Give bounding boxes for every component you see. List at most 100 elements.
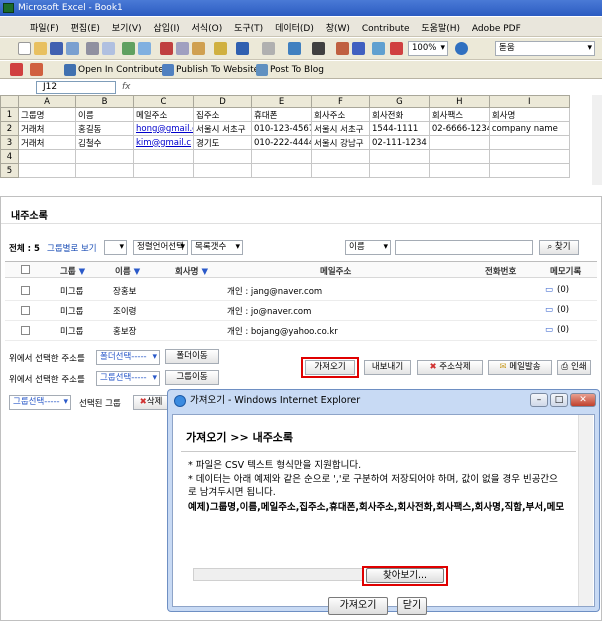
maximize-button[interactable]: □ — [550, 393, 568, 407]
row-header[interactable]: 3 — [0, 135, 19, 150]
row-header[interactable]: 1 — [0, 107, 19, 122]
cell[interactable]: 서울시 서초구 — [311, 121, 370, 136]
header-name[interactable]: 이름 ▼ — [115, 265, 140, 277]
column-header[interactable]: B — [75, 95, 134, 108]
cell[interactable]: company name — [488, 121, 570, 136]
cell[interactable] — [251, 163, 312, 178]
group-select[interactable]: 그룹선택----- — [96, 371, 160, 386]
save-icon[interactable] — [50, 42, 63, 55]
open-in-contribute-button[interactable]: Open In Contribute — [62, 63, 164, 77]
zoom-select[interactable]: 100% — [408, 41, 448, 56]
row-checkbox[interactable] — [21, 286, 30, 295]
cell[interactable]: 거래처 — [18, 135, 76, 150]
autosum-icon[interactable] — [312, 42, 325, 55]
row-memo[interactable]: (0) — [557, 285, 569, 295]
minimize-button[interactable]: – — [530, 393, 548, 407]
row-memo[interactable]: (0) — [557, 305, 569, 315]
email-link[interactable]: hong@gmail.c — [136, 124, 193, 134]
cell[interactable] — [369, 163, 430, 178]
cell[interactable]: 홍길동 — [75, 121, 134, 136]
cell[interactable] — [488, 163, 570, 178]
select-all-corner[interactable] — [0, 95, 19, 108]
print-button[interactable]: ⎙ 인쇄 — [557, 360, 591, 375]
cell[interactable]: 거래처 — [18, 121, 76, 136]
row-name[interactable]: 장홍보 — [113, 285, 136, 297]
sort-ascending-icon[interactable] — [336, 42, 349, 55]
cell[interactable]: 서울시 강남구 — [311, 135, 370, 150]
list-count-select[interactable]: 목록갯수 — [191, 240, 243, 255]
cell[interactable] — [133, 149, 194, 164]
menu-window[interactable]: 창(W) — [326, 21, 350, 34]
dialog-import-button[interactable]: 가져오기 — [328, 597, 388, 615]
permission-icon[interactable] — [66, 42, 79, 55]
paste-icon[interactable] — [192, 42, 205, 55]
menu-view[interactable]: 보기(V) — [112, 21, 142, 34]
drawing-icon[interactable] — [390, 42, 403, 55]
cell[interactable] — [18, 163, 76, 178]
row-name[interactable]: 홍보장 — [113, 325, 136, 337]
view-by-group-label[interactable]: 그룹별로 보기 — [47, 242, 97, 254]
cell[interactable]: 경기도 — [193, 135, 252, 150]
cell[interactable]: 회사팩스 — [428, 107, 490, 122]
import-button[interactable]: 가져오기 — [305, 360, 355, 375]
memo-icon[interactable]: ▭ — [545, 325, 553, 335]
menu-edit[interactable]: 편집(E) — [71, 21, 100, 34]
cell[interactable]: 02-6666-1234 — [428, 121, 490, 136]
font-select[interactable]: 돋움 — [495, 41, 595, 56]
list-item[interactable]: 미그룹 장홍보 개인 : jang@naver.com ▭ (0) — [5, 281, 597, 301]
column-header[interactable]: C — [133, 95, 194, 108]
redo-icon[interactable] — [262, 42, 275, 55]
cell[interactable]: 회사전화 — [369, 107, 430, 122]
folder-select[interactable]: 폴더선택----- — [96, 350, 160, 365]
cell[interactable] — [488, 149, 570, 164]
column-header[interactable]: F — [311, 95, 370, 108]
select-all-checkbox[interactable] — [21, 265, 30, 274]
menu-contribute[interactable]: Contribute — [362, 24, 410, 34]
header-group[interactable]: 그룹 ▼ — [60, 265, 85, 277]
dialog-scrollbar[interactable] — [578, 415, 593, 606]
cell[interactable]: 김철수 — [75, 135, 134, 150]
print-icon[interactable] — [86, 42, 99, 55]
cut-icon[interactable] — [160, 42, 173, 55]
column-header[interactable]: I — [488, 95, 570, 108]
column-header[interactable]: G — [369, 95, 430, 108]
dialog-close-button[interactable]: 닫기 — [397, 597, 427, 615]
search-input[interactable] — [395, 240, 533, 255]
cell[interactable] — [75, 163, 134, 178]
sort-language-select[interactable]: 정렬언어선택 — [133, 240, 188, 255]
row-checkbox[interactable] — [21, 326, 30, 335]
group-select-bottom[interactable]: 그룹선택----- — [9, 395, 71, 410]
cell[interactable]: 회사주소 — [311, 107, 370, 122]
row-header[interactable]: 5 — [0, 163, 19, 178]
copy-icon[interactable] — [176, 42, 189, 55]
new-icon[interactable] — [18, 42, 31, 55]
search-field-select[interactable]: 이름 — [345, 240, 391, 255]
cell[interactable]: 그룹명 — [18, 107, 76, 122]
column-header[interactable]: H — [428, 95, 490, 108]
sort-descending-icon[interactable] — [352, 42, 365, 55]
cell[interactable] — [75, 149, 134, 164]
delete-address-button[interactable]: ✖ 주소삭제 — [417, 360, 483, 375]
cell[interactable]: 010-123-4567 — [251, 121, 312, 136]
menu-help[interactable]: 도움말(H) — [421, 21, 460, 34]
row-memo[interactable]: (0) — [557, 325, 569, 335]
file-path-input[interactable] — [193, 568, 363, 581]
email-link[interactable]: kim@gmail.c — [136, 138, 191, 148]
undo-icon[interactable] — [236, 42, 249, 55]
cell[interactable]: 02-111-1234 — [369, 135, 430, 150]
menu-data[interactable]: 데이터(D) — [275, 21, 314, 34]
cell[interactable]: kim@gmail.c — [133, 135, 194, 150]
spelling-icon[interactable] — [122, 42, 135, 55]
memo-icon[interactable]: ▭ — [545, 305, 553, 315]
cell[interactable] — [311, 163, 370, 178]
hyperlink-icon[interactable] — [288, 42, 301, 55]
header-company[interactable]: 회사명 ▼ — [175, 265, 208, 277]
menu-format[interactable]: 서식(O) — [192, 21, 223, 34]
cell[interactable]: 휴대폰 — [251, 107, 312, 122]
column-header[interactable]: A — [18, 95, 76, 108]
cell[interactable]: 회사명 — [488, 107, 570, 122]
close-window-button[interactable]: ✕ — [570, 393, 596, 407]
column-header[interactable]: E — [251, 95, 312, 108]
vertical-scrollbar[interactable] — [592, 95, 602, 185]
cell[interactable]: 집주소 — [193, 107, 252, 122]
